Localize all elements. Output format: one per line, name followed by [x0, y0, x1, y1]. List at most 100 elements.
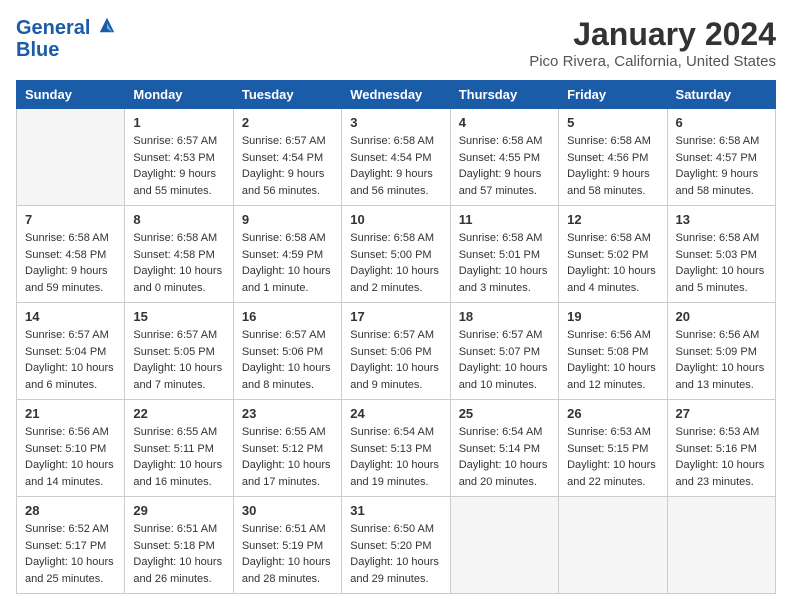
calendar-table: SundayMondayTuesdayWednesdayThursdayFrid…	[16, 80, 776, 594]
day-header-thursday: Thursday	[450, 81, 558, 109]
daylight-label: Daylight: 10 hours and 12 minutes.	[567, 362, 656, 391]
sunrise-label: Sunrise: 6:56 AM	[25, 426, 109, 438]
sunset-label: Sunset: 5:14 PM	[459, 443, 540, 455]
cell-info: Sunrise: 6:51 AMSunset: 5:18 PMDaylight:…	[133, 521, 224, 587]
daylight-label: Daylight: 10 hours and 16 minutes.	[133, 459, 222, 488]
cell-info: Sunrise: 6:55 AMSunset: 5:12 PMDaylight:…	[242, 424, 333, 490]
sunset-label: Sunset: 5:06 PM	[242, 346, 323, 358]
sunrise-label: Sunrise: 6:58 AM	[676, 232, 760, 244]
sunset-label: Sunset: 5:09 PM	[676, 346, 757, 358]
calendar-cell: 1Sunrise: 6:57 AMSunset: 4:53 PMDaylight…	[125, 109, 233, 206]
cell-info: Sunrise: 6:57 AMSunset: 5:05 PMDaylight:…	[133, 327, 224, 393]
day-number: 11	[459, 212, 550, 227]
day-number: 10	[350, 212, 441, 227]
sunset-label: Sunset: 4:58 PM	[25, 249, 106, 261]
sunrise-label: Sunrise: 6:58 AM	[350, 232, 434, 244]
day-number: 24	[350, 406, 441, 421]
cell-info: Sunrise: 6:58 AMSunset: 5:00 PMDaylight:…	[350, 230, 441, 296]
calendar-cell: 28Sunrise: 6:52 AMSunset: 5:17 PMDayligh…	[17, 497, 125, 594]
sunrise-label: Sunrise: 6:58 AM	[350, 135, 434, 147]
day-number: 3	[350, 115, 441, 130]
day-number: 13	[676, 212, 767, 227]
day-number: 23	[242, 406, 333, 421]
sunset-label: Sunset: 5:07 PM	[459, 346, 540, 358]
daylight-label: Daylight: 10 hours and 20 minutes.	[459, 459, 548, 488]
cell-info: Sunrise: 6:56 AMSunset: 5:10 PMDaylight:…	[25, 424, 116, 490]
sunrise-label: Sunrise: 6:54 AM	[459, 426, 543, 438]
month-title: January 2024	[529, 16, 776, 53]
day-number: 15	[133, 309, 224, 324]
sunset-label: Sunset: 4:55 PM	[459, 152, 540, 164]
sunrise-label: Sunrise: 6:55 AM	[133, 426, 217, 438]
day-number: 30	[242, 503, 333, 518]
day-header-friday: Friday	[559, 81, 667, 109]
day-number: 20	[676, 309, 767, 324]
cell-info: Sunrise: 6:57 AMSunset: 5:07 PMDaylight:…	[459, 327, 550, 393]
logo-icon	[98, 16, 116, 34]
sunrise-label: Sunrise: 6:58 AM	[676, 135, 760, 147]
sunset-label: Sunset: 4:57 PM	[676, 152, 757, 164]
day-number: 28	[25, 503, 116, 518]
calendar-cell: 23 Sunrise: 6:55 AMSunset: 5:12 PMDayligh…	[233, 400, 341, 497]
logo-line2: Blue	[16, 39, 116, 61]
sunset-label: Sunset: 5:03 PM	[676, 249, 757, 261]
logo: General Blue	[16, 16, 116, 61]
cell-info: Sunrise: 6:53 AMSunset: 5:15 PMDaylight:…	[567, 424, 658, 490]
cell-info: Sunrise: 6:58 AMSunset: 4:54 PMDaylight:…	[350, 133, 441, 199]
daylight-label: Daylight: 9 hours and 57 minutes.	[459, 168, 542, 197]
cell-info: Sunrise: 6:52 AMSunset: 5:17 PMDaylight:…	[25, 521, 116, 587]
logo-text: General	[16, 16, 116, 39]
logo-line1: General	[16, 17, 90, 39]
cell-info: Sunrise: 6:57 AMSunset: 5:06 PMDaylight:…	[350, 327, 441, 393]
sunset-label: Sunset: 5:08 PM	[567, 346, 648, 358]
daylight-label: Daylight: 10 hours and 2 minutes.	[350, 265, 439, 294]
day-header-sunday: Sunday	[17, 81, 125, 109]
cell-info: Sunrise: 6:58 AM Sunset: 5:03 PM Daylight:…	[676, 230, 767, 296]
sunset-label: Sunset: 5:04 PM	[25, 346, 106, 358]
week-row-3: 14Sunrise: 6:57 AMSunset: 5:04 PMDayligh…	[17, 303, 776, 400]
calendar-cell: 16 Sunrise: 6:57 AMSunset: 5:06 PMDayligh…	[233, 303, 341, 400]
sunrise-label: Sunrise: 6:52 AM	[25, 523, 109, 535]
calendar-cell: 22Sunrise: 6:55 AMSunset: 5:11 PMDayligh…	[125, 400, 233, 497]
cell-info: Sunrise: 6:58 AMSunset: 4:56 PMDaylight:…	[567, 133, 658, 199]
calendar-cell	[667, 497, 775, 594]
calendar-cell: 30Sunrise: 6:51 AMSunset: 5:19 PMDayligh…	[233, 497, 341, 594]
day-number: 12	[567, 212, 658, 227]
calendar-cell	[559, 497, 667, 594]
sunrise-label: Sunrise: 6:57 AM	[242, 135, 326, 147]
sunrise-label: Sunrise: 6:51 AM	[242, 523, 326, 535]
day-number: 18	[459, 309, 550, 324]
cell-info: Sunrise: 6:58 AMSunset: 4:58 PMDaylight:…	[133, 230, 224, 296]
daylight-label: Daylight: 10 hours and 6 minutes.	[25, 362, 114, 391]
sunrise-label: Sunrise: 6:55 AM	[242, 426, 326, 438]
day-number: 26	[567, 406, 658, 421]
day-number: 21	[25, 406, 116, 421]
daylight-label: Daylight: 10 hours and 7 minutes.	[133, 362, 222, 391]
sunset-label: Sunset: 5:02 PM	[567, 249, 648, 261]
calendar-cell: 13 Sunrise: 6:58 AM Sunset: 5:03 PM Dayligh…	[667, 206, 775, 303]
cell-info: Sunrise: 6:58 AMSunset: 4:58 PMDaylight:…	[25, 230, 116, 296]
daylight-label: Daylight: 9 hours and 58 minutes.	[676, 168, 759, 197]
calendar-cell: 24Sunrise: 6:54 AMSunset: 5:13 PMDayligh…	[342, 400, 450, 497]
sunrise-label: Sunrise: 6:58 AM	[25, 232, 109, 244]
cell-info: Sunrise: 6:53 AMSunset: 5:16 PMDaylight:…	[676, 424, 767, 490]
calendar-cell: 27Sunrise: 6:53 AMSunset: 5:16 PMDayligh…	[667, 400, 775, 497]
day-number: 22	[133, 406, 224, 421]
calendar-cell: 20Sunrise: 6:56 AMSunset: 5:09 PMDayligh…	[667, 303, 775, 400]
sunset-label: Sunset: 4:59 PM	[242, 249, 323, 261]
calendar-cell: 19Sunrise: 6:56 AMSunset: 5:08 PMDayligh…	[559, 303, 667, 400]
sunset-label: Sunset: 5:17 PM	[25, 540, 106, 552]
day-number: 16	[242, 309, 333, 324]
calendar-cell: 9Sunrise: 6:58 AMSunset: 4:59 PMDaylight…	[233, 206, 341, 303]
day-number: 1	[133, 115, 224, 130]
daylight-label: Daylight: 10 hours and 5 minutes.	[676, 265, 765, 294]
sunrise-label: Sunrise: 6:54 AM	[350, 426, 434, 438]
sunrise-label: Sunrise: 6:58 AM	[567, 232, 651, 244]
calendar-cell: 8Sunrise: 6:58 AMSunset: 4:58 PMDaylight…	[125, 206, 233, 303]
cell-info: Sunrise: 6:58 AMSunset: 5:02 PMDaylight:…	[567, 230, 658, 296]
cell-info: Sunrise: 6:57 AMSunset: 5:06 PMDaylight:…	[242, 327, 333, 393]
sunrise-label: Sunrise: 6:51 AM	[133, 523, 217, 535]
day-number: 25	[459, 406, 550, 421]
day-header-wednesday: Wednesday	[342, 81, 450, 109]
sunset-label: Sunset: 5:01 PM	[459, 249, 540, 261]
